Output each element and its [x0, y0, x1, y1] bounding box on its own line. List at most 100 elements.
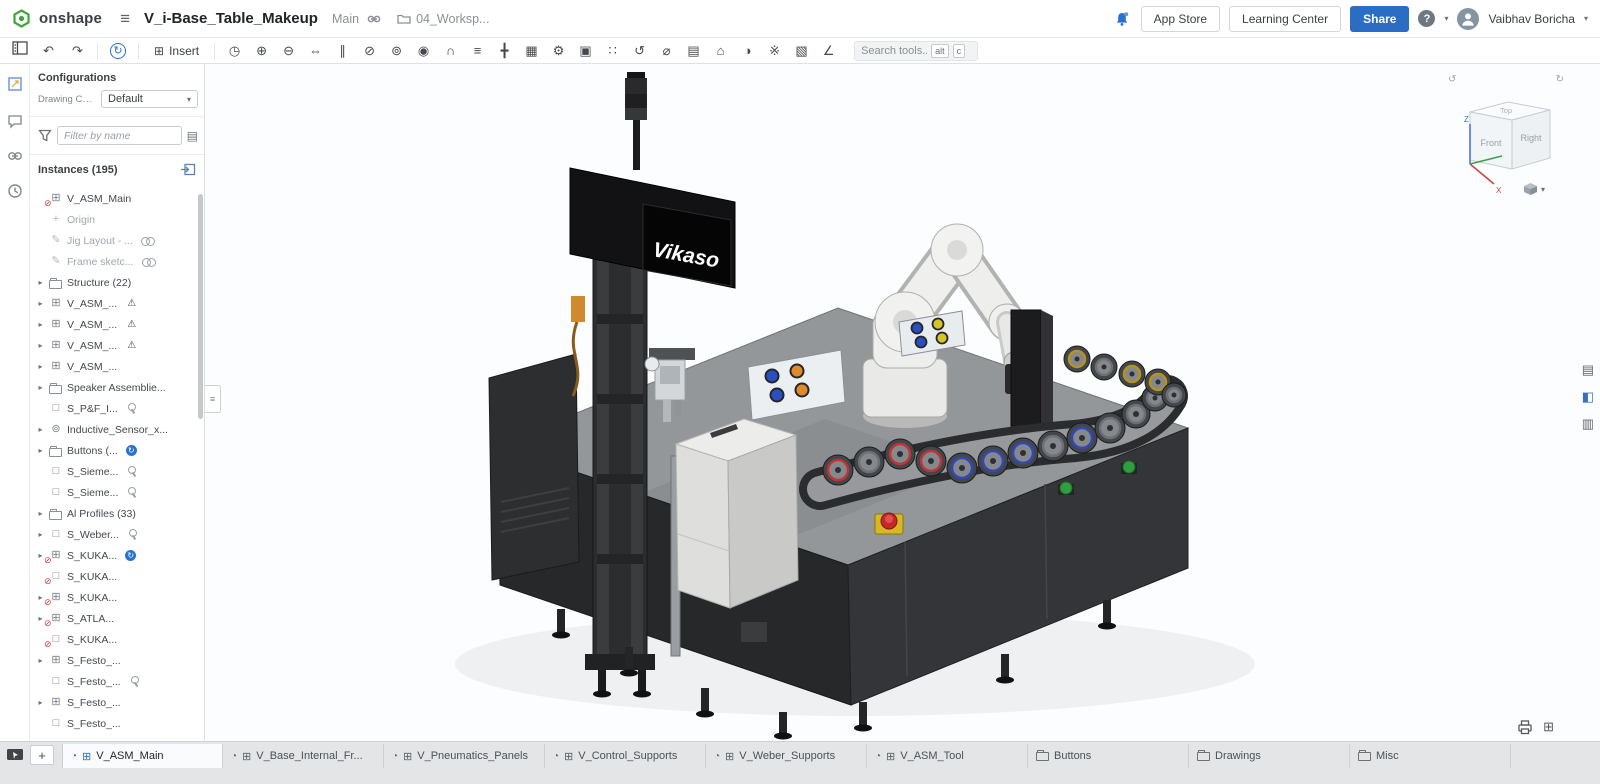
- center-of-mass-icon[interactable]: ⌀: [653, 41, 680, 61]
- insert-button[interactable]: ⊞ Insert: [145, 42, 208, 60]
- tree-item-v-asm[interactable]: ▸⊞V_ASM_...⚠: [36, 293, 204, 314]
- tree-item-frame-sketc[interactable]: ✎Frame sketc...: [36, 251, 204, 272]
- rotate-left-arrow-icon[interactable]: ↺: [1448, 74, 1456, 85]
- tree-item-s-weber[interactable]: ▸□S_Weber...: [36, 524, 204, 545]
- tab-v-asm-main[interactable]: ◔⊞V_ASM_Main: [62, 744, 223, 768]
- tree-item-s-sieme[interactable]: □S_Sieme...: [36, 482, 204, 503]
- tree-item-buttons[interactable]: ▸Buttons (...↻: [36, 440, 204, 461]
- add-tab-button[interactable]: +: [30, 745, 54, 765]
- tab-v-weber-supports[interactable]: ◔⊞V_Weber_Supports: [706, 744, 867, 768]
- tree-item-s-kuka[interactable]: ▸⊞⊘S_KUKA...: [36, 587, 204, 608]
- model-canvas[interactable]: Vikaso: [205, 64, 1600, 741]
- configuration-panel-icon[interactable]: ◧: [1582, 389, 1594, 405]
- named-positions-icon[interactable]: ⌂: [707, 41, 734, 61]
- print-icon[interactable]: [1517, 719, 1533, 735]
- tree-item-s-kuka[interactable]: ▸⊞⊘S_KUKA...↻: [36, 545, 204, 566]
- list-view-toggle-icon[interactable]: ▤: [187, 129, 198, 143]
- tree-item-s-festo[interactable]: □S_Festo_...: [36, 671, 204, 692]
- search-tools-input[interactable]: [861, 45, 927, 57]
- move-to-panel-icon[interactable]: [180, 163, 196, 176]
- help-icon[interactable]: ?: [1418, 10, 1435, 27]
- tree-item-v-asm[interactable]: ▸⊞V_ASM_...⚠: [36, 314, 204, 335]
- chevron-right-icon[interactable]: ▸: [36, 341, 45, 350]
- grid-view-icon[interactable]: ⊞: [1543, 719, 1554, 735]
- tab-misc[interactable]: Misc: [1350, 744, 1511, 768]
- tab-drawings[interactable]: Drawings: [1189, 744, 1350, 768]
- rollback-icon[interactable]: ◷: [221, 41, 248, 61]
- tab-manager-icon[interactable]: [4, 744, 26, 766]
- search-tools-box[interactable]: alt c: [854, 41, 978, 61]
- avatar[interactable]: [1457, 8, 1479, 30]
- ball-mate-icon[interactable]: ◉: [410, 41, 437, 61]
- learning-center-button[interactable]: Learning Center: [1229, 6, 1341, 32]
- chevron-right-icon[interactable]: ▸: [36, 278, 45, 287]
- tree-item-inductive-sensor-x[interactable]: ▸⊚Inductive_Sensor_x...: [36, 419, 204, 440]
- tree-item-s-festo[interactable]: ▸⊞S_Festo_...: [36, 650, 204, 671]
- onshape-logo-icon[interactable]: [12, 9, 31, 28]
- update-references-icon[interactable]: ↻: [110, 43, 126, 59]
- tree-item-s-sieme[interactable]: □S_Sieme...: [36, 461, 204, 482]
- chevron-right-icon[interactable]: ▸: [36, 530, 45, 539]
- chevron-right-icon[interactable]: ▸: [36, 446, 45, 455]
- tab-v-control-supports[interactable]: ◔⊞V_Control_Supports: [545, 744, 706, 768]
- app-store-button[interactable]: App Store: [1141, 6, 1220, 32]
- bom-table-icon[interactable]: ▤: [680, 41, 707, 61]
- tab-v-base-internal-fr[interactable]: ◔⊞V_Base_Internal_Fr...: [223, 744, 384, 768]
- notification-bell-icon[interactable]: [1114, 11, 1130, 27]
- tree-item-s-kuka[interactable]: □⊘S_KUKA...: [36, 566, 204, 587]
- properties-panel-icon[interactable]: ▤: [1582, 362, 1594, 378]
- tree-item-v-asm[interactable]: ▸⊞V_ASM_...: [36, 356, 204, 377]
- workspace-breadcrumb[interactable]: 04_Worksp...: [397, 12, 489, 26]
- main-menu-icon[interactable]: ≡: [120, 9, 130, 29]
- measure-icon[interactable]: ∠: [815, 41, 842, 61]
- tangent-mate-icon[interactable]: ∩: [437, 41, 464, 61]
- follow-mode-icon[interactable]: [7, 76, 23, 95]
- tree-item-v-asm[interactable]: ▸⊞V_ASM_...⚠: [36, 335, 204, 356]
- tree-item-s-festo[interactable]: ▸⊞S_Festo_...: [36, 692, 204, 713]
- tree-item-v-asm-main[interactable]: ⊞⊘V_ASM_Main: [36, 188, 204, 209]
- circular-pattern-icon[interactable]: ↺: [626, 41, 653, 61]
- chevron-right-icon[interactable]: ▸: [36, 383, 45, 392]
- tab-buttons[interactable]: Buttons: [1028, 744, 1189, 768]
- fastened-mate-icon[interactable]: ⊕: [248, 41, 275, 61]
- pin-slot-mate-icon[interactable]: ⊚: [383, 41, 410, 61]
- linked-documents-icon[interactable]: [7, 150, 23, 165]
- appearance-panel-icon[interactable]: ▥: [1582, 416, 1594, 432]
- tree-scrollbar[interactable]: [198, 194, 203, 419]
- explode-view-icon[interactable]: ※: [761, 41, 788, 61]
- parallel-mate-icon[interactable]: ≡: [464, 41, 491, 61]
- section-view-icon[interactable]: ▧: [788, 41, 815, 61]
- chevron-right-icon[interactable]: ▸: [36, 425, 45, 434]
- tree-item-jig-layout[interactable]: ✎Jig Layout - ...: [36, 230, 204, 251]
- chevron-right-icon[interactable]: ▸: [36, 656, 45, 665]
- tree-item-s-p-f-i[interactable]: □S_P&F_I...: [36, 398, 204, 419]
- rotate-right-arrow-icon[interactable]: ↻: [1556, 74, 1564, 85]
- replicate-icon[interactable]: ▣: [572, 41, 599, 61]
- chevron-right-icon[interactable]: ▸: [36, 509, 45, 518]
- mate-connector-icon[interactable]: ╋: [491, 41, 518, 61]
- view-cube[interactable]: Top Front Right Z X ↺ ↻: [1440, 72, 1570, 202]
- tree-item-origin[interactable]: +Origin: [36, 209, 204, 230]
- tree-item-s-festo[interactable]: □S_Festo_...: [36, 713, 204, 734]
- panel-toggle-icon[interactable]: [6, 41, 33, 61]
- versions-history-icon[interactable]: [7, 183, 23, 202]
- display-states-icon[interactable]: ◑: [734, 41, 761, 61]
- chevron-right-icon[interactable]: ▸: [36, 698, 45, 707]
- revolute-mate-icon[interactable]: ⊖: [275, 41, 302, 61]
- help-caret-icon[interactable]: ▾: [1444, 14, 1448, 23]
- tab-v-asm-tool[interactable]: ◔⊞V_ASM_Tool: [867, 744, 1028, 768]
- tree-item-s-kuka[interactable]: □⊘S_KUKA...: [36, 629, 204, 650]
- tree-item-s-atla[interactable]: ▸⊞⊘S_ATLA...: [36, 608, 204, 629]
- viewcube-front-label[interactable]: Front: [1480, 138, 1502, 148]
- chevron-right-icon[interactable]: ▸: [36, 362, 45, 371]
- viewcube-top-label[interactable]: Top: [1500, 106, 1512, 115]
- view-options-menu[interactable]: ▾: [1523, 182, 1545, 196]
- comments-icon[interactable]: [7, 113, 23, 132]
- share-button[interactable]: Share: [1350, 6, 1409, 32]
- redo-icon[interactable]: ↷: [64, 41, 91, 61]
- viewcube-right-label[interactable]: Right: [1520, 133, 1542, 143]
- user-menu-caret-icon[interactable]: ▾: [1584, 14, 1588, 23]
- undo-icon[interactable]: ↶: [35, 41, 62, 61]
- slider-mate-icon[interactable]: ⇔: [302, 41, 329, 61]
- tree-item-structure-22[interactable]: ▸Structure (22): [36, 272, 204, 293]
